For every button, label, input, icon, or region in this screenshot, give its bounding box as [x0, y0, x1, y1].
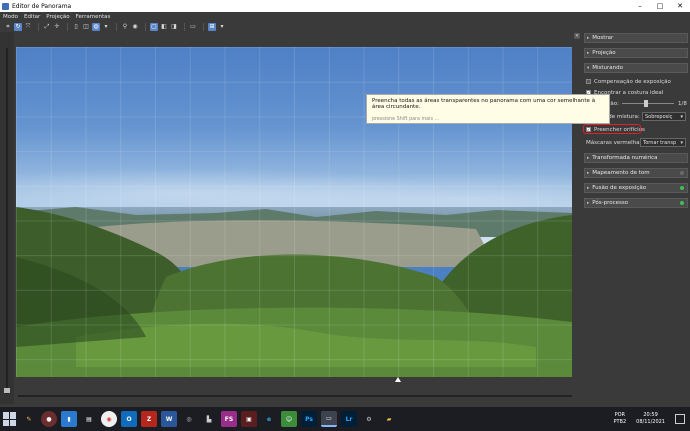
status-dot-icon	[680, 201, 684, 205]
section-posprocesso[interactable]: ▸ Pós-processo	[584, 198, 688, 208]
zoom-icon[interactable]: ⚲	[121, 23, 129, 31]
toolbar-separator	[38, 22, 39, 31]
collapsed-arrow-icon: ▸	[587, 35, 590, 41]
collapsed-arrow-icon: ▸	[587, 185, 590, 191]
app5-icon[interactable]: ☺	[281, 411, 297, 427]
collapsed-arrow-icon: ▸	[587, 170, 590, 176]
app6-icon[interactable]: ▭	[321, 411, 337, 427]
section-mapeamento[interactable]: ▸ Mapeamento de tom	[584, 168, 688, 178]
section-misturando[interactable]: ▾ Misturando	[584, 63, 688, 73]
menu-modo[interactable]: Modo	[3, 14, 18, 20]
status-dot-icon	[680, 171, 684, 175]
suavizacao-slider[interactable]	[622, 100, 674, 107]
lightroom-icon[interactable]: Lr	[341, 411, 357, 427]
rectilinear-icon[interactable]: ▯	[72, 23, 80, 31]
toolbar-separator	[145, 22, 146, 31]
tooltip-text: Preencha todas as áreas transparentes no…	[372, 98, 596, 110]
photoshop-icon[interactable]: Ps	[301, 411, 317, 427]
chevron-down-icon: ▾	[680, 113, 683, 120]
cylindrical-icon[interactable]: ◫	[82, 23, 90, 31]
projection-dropdown-icon[interactable]: ▾	[102, 23, 110, 31]
status-dot-icon	[680, 186, 684, 190]
highlight-annotation	[583, 124, 641, 134]
section-fusao[interactable]: ▸ Fusão de exposição	[584, 183, 688, 193]
toolbar-separator	[116, 22, 117, 31]
minimize-button[interactable]: –	[630, 0, 650, 12]
rotate-tool-icon[interactable]: ↻	[14, 22, 22, 31]
clock[interactable]: 20:59 08/11/2021	[636, 412, 665, 426]
compensacao-checkbox[interactable]	[586, 79, 591, 84]
menu-projecao[interactable]: Projeção	[46, 14, 69, 20]
compare-view-icon[interactable]: ◨	[170, 23, 178, 31]
vertical-slider[interactable]	[4, 48, 10, 394]
filezilla-icon[interactable]: Z	[141, 411, 157, 427]
collapsed-arrow-icon: ▸	[587, 50, 590, 56]
tooltip-hint: pressione Shift para mais ...	[372, 117, 440, 122]
panorama-editor-window: Editor de Panorama – □ ✕ Modo Editar Pro…	[0, 0, 690, 407]
overlay-icon[interactable]: ▭	[189, 23, 197, 31]
grid-toggle-icon[interactable]: ⊞	[208, 22, 216, 31]
collapsed-arrow-icon: ▸	[587, 155, 590, 161]
app-icon	[2, 2, 9, 10]
menu-ferramentas[interactable]: Ferramentas	[76, 14, 111, 20]
app3-icon[interactable]: ▙	[201, 411, 217, 427]
file-icon[interactable]: ▮	[61, 411, 77, 427]
suavizacao-value: 1/8	[678, 100, 687, 107]
system-tray: POR PTB2 20:59 08/11/2021	[613, 407, 688, 431]
grid-dropdown-icon[interactable]: ▾	[218, 23, 226, 31]
eye-icon[interactable]: ◉	[131, 23, 139, 31]
option-compensacao[interactable]: Compensação de exposição	[586, 77, 671, 86]
outlook-icon[interactable]: O	[121, 411, 137, 427]
metodo-select[interactable]: Sobreposiç ▾	[642, 112, 686, 121]
tooltip: Preencha todas as áreas transparentes no…	[366, 94, 610, 124]
warp-tool-icon[interactable]: ⤧	[24, 23, 32, 31]
horizontal-slider[interactable]	[18, 395, 572, 397]
notification-icon[interactable]	[675, 414, 685, 424]
crop-tool-icon[interactable]: ⌗	[4, 23, 12, 31]
fs-icon[interactable]: FS	[221, 411, 237, 427]
chrome-icon[interactable]: ◉	[101, 411, 117, 427]
fit-icon[interactable]: ⤢	[43, 23, 51, 31]
section-projecao[interactable]: ▸ Projeção	[584, 48, 688, 58]
collapsed-arrow-icon: ▸	[587, 200, 590, 206]
taskbar: ✎ ● ▮ ▤ ◉ O Z W ◎ ▙ FS ▣ e ☺ Ps ▭ Lr ⚙ ▰…	[0, 407, 690, 431]
section-transformada[interactable]: ▸ Transformada numérica	[584, 153, 688, 163]
edge-icon[interactable]: e	[261, 411, 277, 427]
app4-icon[interactable]: ▣	[241, 411, 257, 427]
center-marker-icon[interactable]	[395, 377, 401, 382]
mascaras-label: Máscaras vermelhas:	[586, 139, 645, 146]
chevron-down-icon: ▾	[680, 139, 683, 146]
move-icon[interactable]: ✛	[53, 23, 61, 31]
toolbar-separator	[203, 22, 204, 31]
menu-bar: Modo Editar Projeção Ferramentas	[0, 12, 690, 21]
explorer-icon[interactable]: ▰	[381, 411, 397, 427]
single-view-icon[interactable]: ▢	[150, 22, 158, 31]
app7-icon[interactable]: ⚙	[361, 411, 377, 427]
panel-close-icon[interactable]: ×	[574, 33, 580, 39]
close-button[interactable]: ✕	[670, 0, 690, 12]
word-icon[interactable]: W	[161, 411, 177, 427]
start-icon[interactable]	[3, 412, 17, 426]
paint-icon[interactable]: ✎	[21, 411, 37, 427]
suavizacao-slider-knob[interactable]	[644, 100, 648, 107]
app-icon[interactable]: ●	[41, 411, 57, 427]
language-indicator[interactable]: POR PTB2	[613, 412, 626, 426]
app2-icon[interactable]: ◎	[181, 411, 197, 427]
toolbar-separator	[184, 22, 185, 31]
notes-icon[interactable]: ▤	[81, 411, 97, 427]
split-view-icon[interactable]: ◧	[160, 23, 168, 31]
window-title: Editor de Panorama	[12, 2, 72, 10]
expanded-arrow-icon: ▾	[587, 65, 590, 71]
mascaras-select[interactable]: Tornar transp ▾	[640, 138, 686, 147]
menu-editar[interactable]: Editar	[24, 14, 40, 20]
section-mostrar[interactable]: ▸ Mostrar	[584, 33, 688, 43]
maximize-button[interactable]: □	[650, 0, 670, 12]
toolbar: ⌗ ↻ ⤧ ⤢ ✛ ▯ ◫ ◍ ▾ ⚲ ◉ ▢ ◧ ◨ ▭ ⊞ ▾	[0, 21, 690, 32]
spherical-icon[interactable]: ◍	[92, 22, 100, 31]
title-bar: Editor de Panorama – □ ✕	[0, 0, 690, 12]
vertical-slider-knob[interactable]	[4, 388, 10, 393]
toolbar-separator	[67, 22, 68, 31]
